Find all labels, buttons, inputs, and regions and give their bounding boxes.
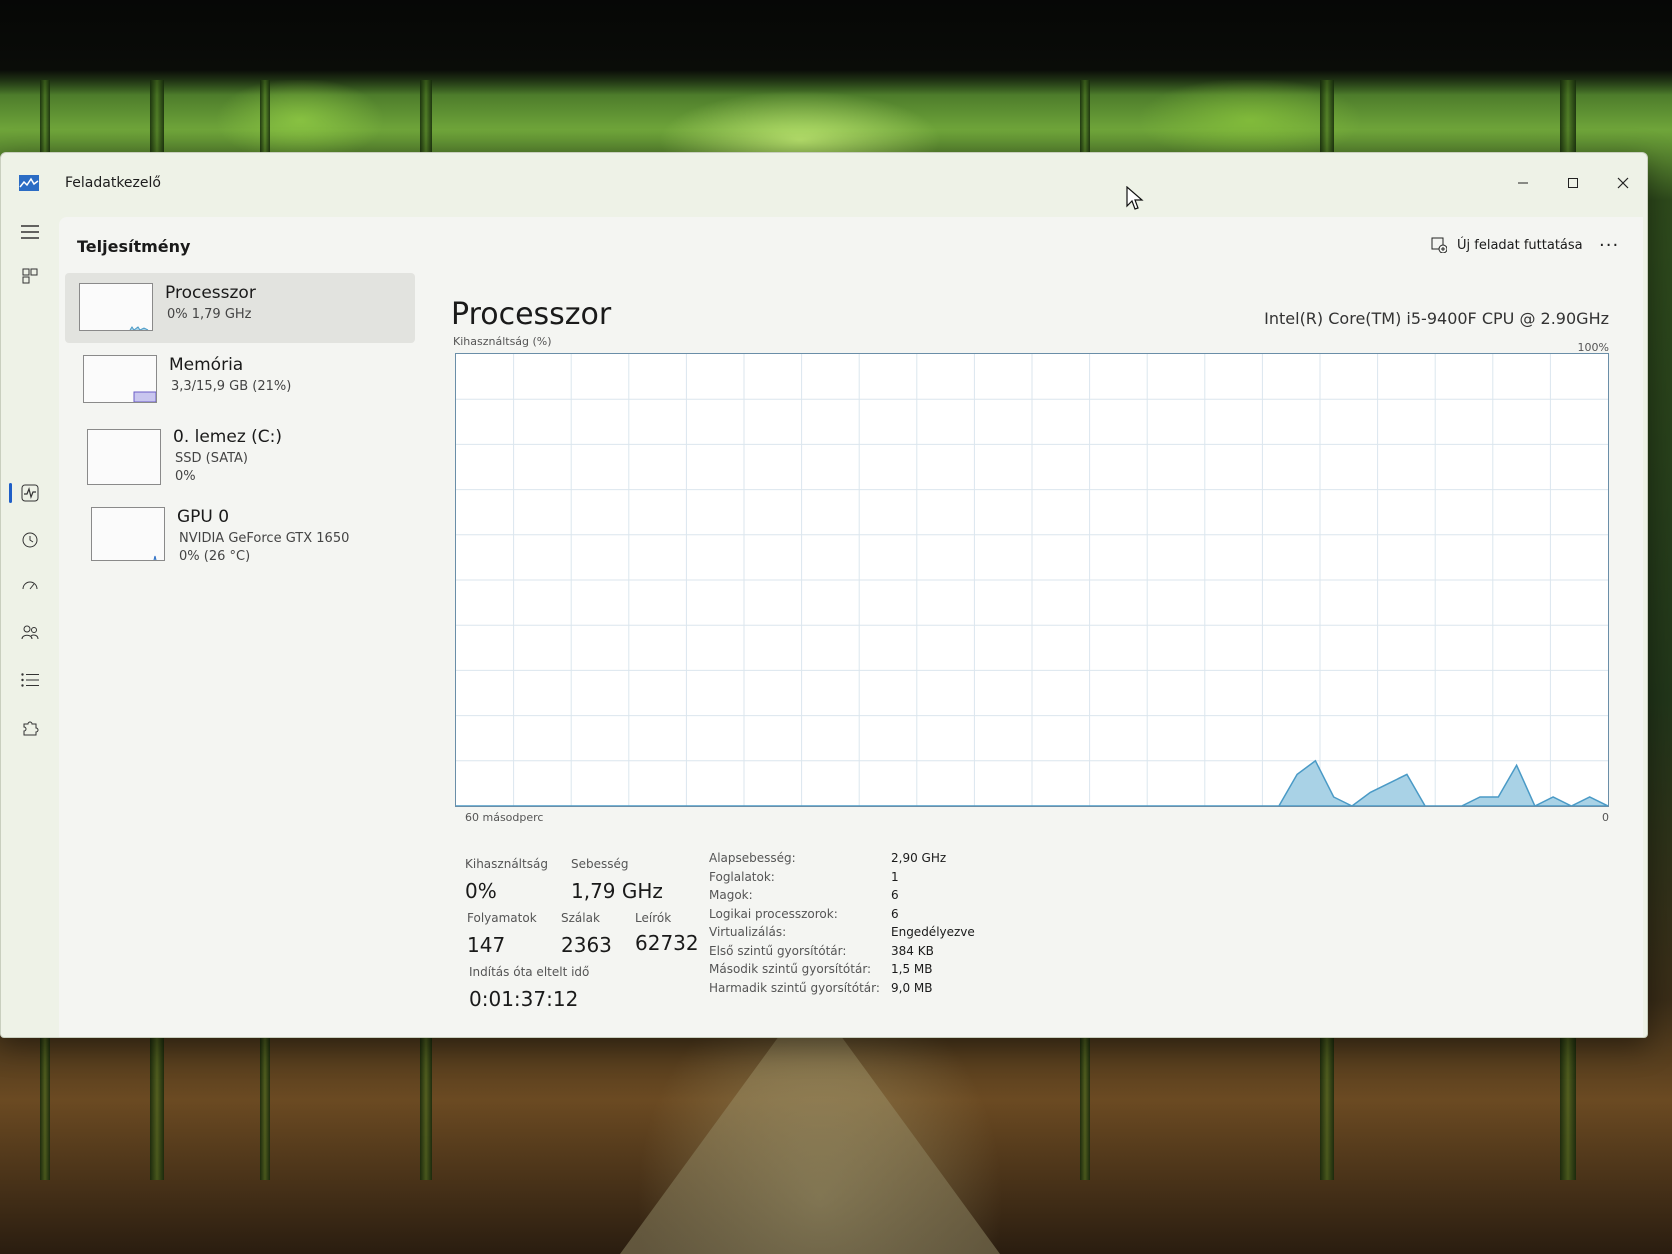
maximize-button[interactable] — [1555, 167, 1591, 199]
spec-key: Első szintű gyorsítótár: — [709, 943, 847, 958]
task-manager-app-icon — [19, 175, 39, 191]
nav-details[interactable] — [17, 667, 43, 693]
nav-app-history[interactable] — [17, 527, 43, 553]
graph-min-label: 0 — [1602, 811, 1609, 824]
resource-detail: SSD (SATA) — [175, 451, 248, 466]
detail-title: Processzor — [451, 297, 612, 332]
handles-label: Leírók — [635, 911, 672, 925]
spec-value: 1 — [891, 869, 899, 884]
utilization-label: Kihasználtság — [465, 857, 548, 871]
more-dots-icon: ··· — [1599, 235, 1620, 256]
resource-detail: 0% — [175, 469, 196, 484]
services-puzzle-icon — [23, 721, 39, 736]
resource-name: Memória — [169, 355, 244, 375]
hamburger-icon — [21, 225, 39, 239]
spec-value: 1,5 MB — [891, 962, 933, 976]
nav-services[interactable] — [17, 715, 43, 741]
spec-key: Virtualizálás: — [709, 925, 787, 939]
spec-key: Foglalatok: — [709, 869, 775, 884]
speed-label: Sebesség — [571, 857, 629, 871]
resource-name: GPU 0 — [177, 507, 230, 527]
run-new-task-label: Új feladat futtatása — [1457, 237, 1583, 253]
processes-value: 147 — [467, 933, 506, 957]
hamburger-menu-button[interactable] — [17, 219, 43, 245]
spec-value: Engedélyezve — [891, 925, 975, 939]
resource-item-memory[interactable]: Memória 3,3/15,9 GB (21%) — [65, 345, 415, 415]
processes-grid-icon — [22, 268, 38, 284]
maximize-icon — [1568, 178, 1578, 188]
close-button[interactable] — [1605, 167, 1641, 199]
nav-processes[interactable] — [17, 263, 43, 289]
spec-key: Magok: — [709, 888, 753, 902]
graph-y-label: Kihasználtság (%) — [453, 335, 552, 348]
minimize-icon — [1518, 182, 1528, 184]
resource-detail: 0% 1,79 GHz — [167, 307, 252, 322]
resource-detail: 3,3/15,9 GB (21%) — [171, 379, 292, 394]
wallpaper-path — [620, 1030, 1000, 1254]
resource-detail: 0% (26 °C) — [179, 549, 251, 564]
mouse-cursor-icon — [1126, 186, 1144, 210]
window-title: Feladatkezelő — [65, 175, 161, 191]
spec-value: 384 KB — [891, 943, 934, 958]
resource-detail: NVIDIA GeForce GTX 1650 — [179, 531, 350, 546]
spec-key: Logikai processzorok: — [709, 906, 838, 921]
content-panel: Teljesítmény Új feladat futtatása ··· Pr… — [59, 217, 1643, 1037]
disk-thumbnail-graph — [87, 429, 161, 485]
handles-value: 62732 — [635, 931, 699, 955]
nav-active-indicator — [9, 483, 12, 503]
run-new-task-button[interactable]: Új feladat futtatása — [1431, 237, 1583, 253]
processes-label: Folyamatok — [467, 911, 537, 925]
uptime-value: 0:01:37:12 — [469, 987, 579, 1011]
resource-item-disk[interactable]: 0. lemez (C:) SSD (SATA) 0% — [65, 417, 415, 487]
spec-key: Második szintű gyorsítótár: — [709, 962, 872, 976]
users-icon — [21, 625, 39, 640]
uptime-label: Indítás óta eltelt idő — [469, 965, 590, 979]
memory-thumbnail-graph — [83, 355, 157, 403]
performance-icon — [21, 484, 39, 502]
graph-grid — [456, 354, 1608, 806]
spec-key: Alapsebesség: — [709, 851, 796, 865]
nav-users[interactable] — [17, 619, 43, 645]
more-options-button[interactable]: ··· — [1599, 235, 1619, 256]
startup-gauge-icon — [22, 581, 38, 590]
details-list-icon — [21, 673, 39, 687]
resource-name: Processzor — [165, 283, 256, 303]
page-title: Teljesítmény — [77, 237, 191, 256]
utilization-value: 0% — [465, 879, 497, 903]
threads-value: 2363 — [561, 933, 612, 957]
resource-name: 0. lemez (C:) — [173, 427, 283, 447]
resource-item-cpu[interactable]: Processzor 0% 1,79 GHz — [65, 273, 415, 343]
threads-label: Szálak — [561, 911, 600, 925]
nav-performance[interactable] — [17, 480, 43, 506]
spec-value: 6 — [891, 888, 899, 902]
new-task-icon — [1431, 237, 1447, 253]
nav-startup-apps[interactable] — [17, 573, 43, 599]
minimize-button[interactable] — [1505, 167, 1541, 199]
spec-key: Harmadik szintű gyorsítótár: — [709, 980, 880, 995]
cpu-model-name: Intel(R) Core(TM) i5-9400F CPU @ 2.90GHz — [1264, 309, 1609, 328]
graph-time-label: 60 másodperc — [465, 811, 544, 824]
cpu-thumbnail-graph — [79, 283, 153, 331]
speed-value: 1,79 GHz — [571, 879, 663, 903]
spec-value: 6 — [891, 906, 899, 921]
spec-value: 2,90 GHz — [891, 851, 947, 865]
spec-value: 9,0 MB — [891, 980, 933, 995]
history-icon — [22, 532, 38, 548]
resource-item-gpu[interactable]: GPU 0 NVIDIA GeForce GTX 1650 0% (26 °C) — [65, 497, 415, 567]
gpu-thumbnail-graph — [91, 507, 165, 561]
close-icon — [1617, 177, 1629, 189]
title-bar[interactable]: Feladatkezelő — [1, 153, 1647, 213]
task-manager-window: Feladatkezelő Teljesítmény Új feladat fu… — [0, 152, 1648, 1038]
cpu-utilization-graph — [455, 353, 1609, 807]
